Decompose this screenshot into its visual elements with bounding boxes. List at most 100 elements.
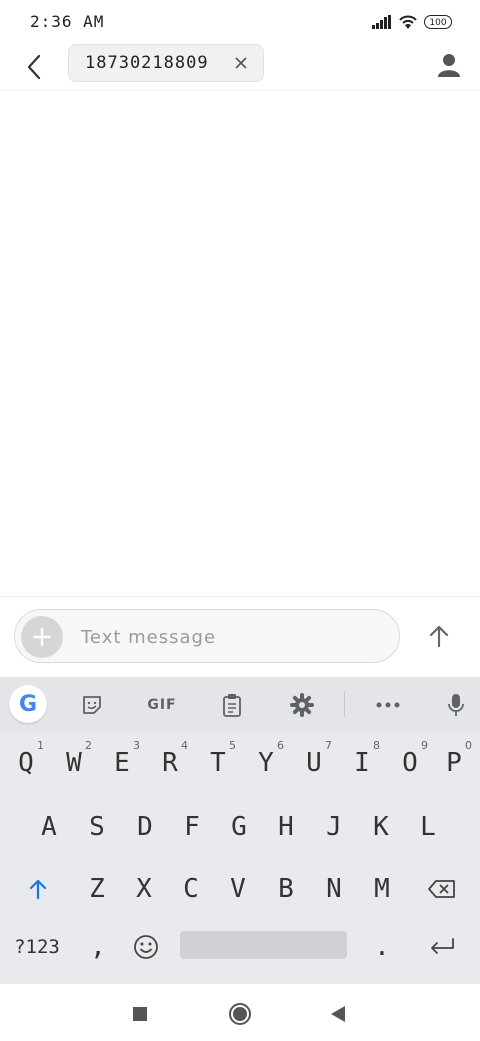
key-n[interactable]: N xyxy=(312,867,356,911)
key-c[interactable]: C xyxy=(169,867,213,911)
status-time: 2:36 AM xyxy=(30,12,105,31)
key-label: Y xyxy=(258,748,274,778)
key-hint: 3 xyxy=(133,739,140,752)
shift-key[interactable] xyxy=(16,867,60,911)
sticker-icon xyxy=(83,696,101,714)
google-icon: G xyxy=(18,691,38,717)
gif-label: GIF xyxy=(147,697,177,713)
key-row-1: Q1 W2 E3 R4 T5 Y6 U7 I8 O9 P0 xyxy=(0,735,480,791)
key-d[interactable]: D xyxy=(123,805,167,849)
key-label: P xyxy=(446,748,462,778)
key-t[interactable]: T5 xyxy=(196,739,240,785)
gif-button[interactable]: GIF xyxy=(145,691,179,719)
home-button[interactable] xyxy=(226,1000,254,1028)
settings-button[interactable] xyxy=(288,691,316,719)
back-button[interactable] xyxy=(20,50,48,84)
key-label: R xyxy=(162,748,178,778)
key-label: T xyxy=(210,748,226,778)
key-row-4: ?123 , . xyxy=(0,931,480,975)
key-e[interactable]: E3 xyxy=(100,739,144,785)
enter-icon xyxy=(431,938,454,954)
plus-icon xyxy=(33,628,51,646)
key-p[interactable]: P0 xyxy=(432,739,476,785)
add-attachment-button[interactable] xyxy=(21,616,63,658)
signal-icon xyxy=(372,15,391,29)
contact-icon xyxy=(438,54,460,77)
key-l[interactable]: L xyxy=(406,805,450,849)
key-g[interactable]: G xyxy=(217,805,261,849)
key-label: I xyxy=(354,748,370,778)
key-label: U xyxy=(306,748,322,778)
mic-icon xyxy=(448,694,464,716)
key-hint: 1 xyxy=(37,739,44,752)
voice-input-button[interactable] xyxy=(442,691,470,719)
key-b[interactable]: B xyxy=(264,867,308,911)
clipboard-icon xyxy=(223,694,241,717)
more-button[interactable] xyxy=(374,691,402,719)
message-input[interactable] xyxy=(79,610,383,664)
backspace-key[interactable] xyxy=(418,867,466,911)
key-f[interactable]: F xyxy=(170,805,214,849)
backspace-icon xyxy=(428,880,455,898)
google-search-button[interactable]: G xyxy=(9,685,47,723)
gear-icon xyxy=(290,693,314,717)
key-hint: 7 xyxy=(325,739,332,752)
key-r[interactable]: R4 xyxy=(148,739,192,785)
recipient-chip[interactable]: 18730218809 xyxy=(68,44,264,82)
conversation-header: 18730218809 xyxy=(0,44,480,91)
key-x[interactable]: X xyxy=(122,867,166,911)
key-hint: 8 xyxy=(373,739,380,752)
key-w[interactable]: W2 xyxy=(52,739,96,785)
compose-input-wrap xyxy=(14,609,400,664)
keyboard: G GIF Q 1 W 2 E 3 R 4 T 5 Y 6 U 7 I 8 O … xyxy=(0,677,480,983)
shift-icon xyxy=(29,879,47,900)
navigation-bar xyxy=(0,983,480,1041)
back-arrow-icon xyxy=(27,54,41,80)
keyboard-toolbar: G GIF xyxy=(0,677,480,732)
contact-button[interactable] xyxy=(434,50,464,80)
key-j[interactable]: J xyxy=(312,805,356,849)
key-u[interactable]: U7 xyxy=(292,739,336,785)
remove-recipient-button[interactable] xyxy=(233,55,249,71)
key-row-3: Z X C V B N M xyxy=(0,863,480,915)
recent-apps-button[interactable] xyxy=(126,1000,154,1028)
key-hint: 5 xyxy=(229,739,236,752)
key-hint: 6 xyxy=(277,739,284,752)
emoji-icon xyxy=(134,935,158,959)
key-s[interactable]: S xyxy=(75,805,119,849)
wifi-icon xyxy=(399,15,417,29)
close-icon xyxy=(235,57,247,69)
key-label: Q xyxy=(18,748,34,778)
key-k[interactable]: K xyxy=(359,805,403,849)
key-z[interactable]: Z xyxy=(75,867,119,911)
clipboard-button[interactable] xyxy=(218,691,246,719)
back-icon xyxy=(331,1006,345,1022)
send-button[interactable] xyxy=(422,619,456,653)
emoji-key[interactable] xyxy=(124,931,168,963)
sticker-button[interactable] xyxy=(78,691,106,719)
key-label: E xyxy=(114,748,130,778)
key-m[interactable]: M xyxy=(360,867,404,911)
compose-bar xyxy=(0,596,480,677)
period-key[interactable]: . xyxy=(360,931,404,963)
home-icon xyxy=(229,1003,251,1025)
key-label: O xyxy=(402,748,418,778)
send-arrow-icon xyxy=(429,625,449,648)
key-hint: 2 xyxy=(85,739,92,752)
key-o[interactable]: O9 xyxy=(388,739,432,785)
message-list xyxy=(0,91,480,596)
comma-key[interactable]: , xyxy=(76,931,120,963)
key-v[interactable]: V xyxy=(216,867,260,911)
key-hint: 4 xyxy=(181,739,188,752)
symbols-key[interactable]: ?123 xyxy=(6,931,68,963)
key-h[interactable]: H xyxy=(264,805,308,849)
key-q[interactable]: Q1 xyxy=(4,739,48,785)
space-key[interactable] xyxy=(180,931,347,959)
recent-apps-icon xyxy=(133,1007,147,1021)
key-i[interactable]: I8 xyxy=(340,739,384,785)
key-a[interactable]: A xyxy=(27,805,71,849)
key-y[interactable]: Y6 xyxy=(244,739,288,785)
system-back-button[interactable] xyxy=(324,1000,352,1028)
recipient-number: 18730218809 xyxy=(85,53,209,73)
enter-key[interactable] xyxy=(418,931,466,963)
